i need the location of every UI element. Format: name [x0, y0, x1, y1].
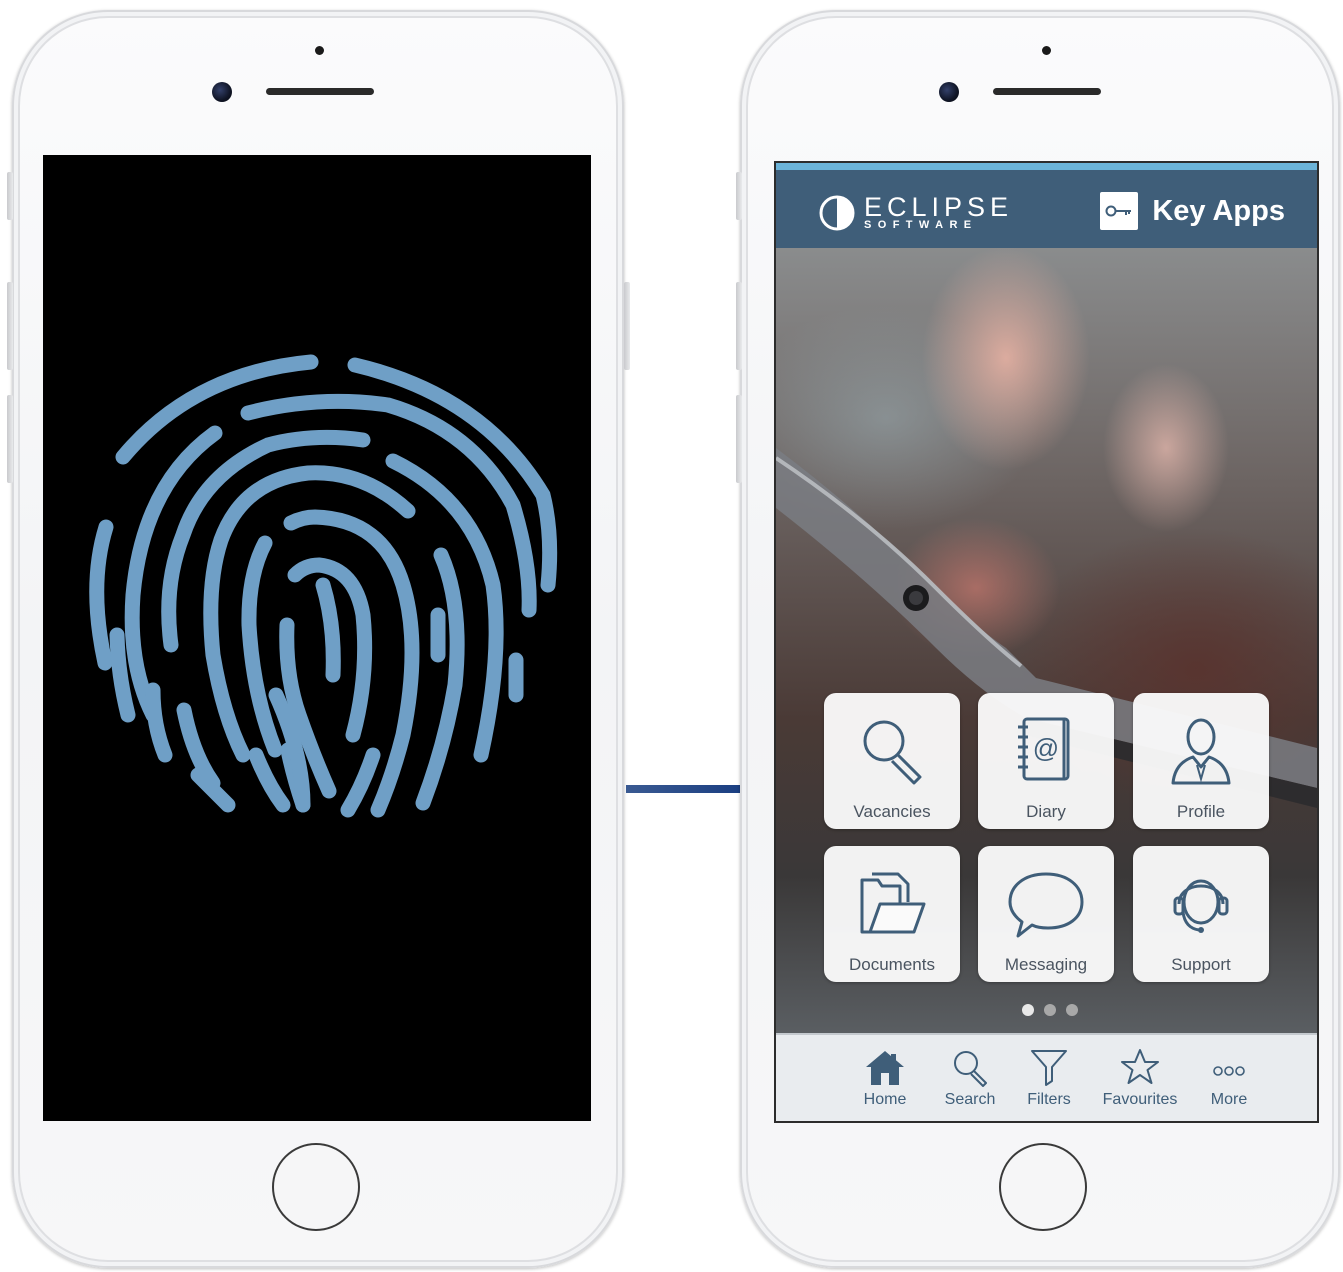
volume-down-button — [736, 395, 742, 483]
profile-tile[interactable]: Profile — [1133, 693, 1269, 829]
volume-up-button — [7, 282, 13, 370]
messaging-tile[interactable]: Messaging — [978, 846, 1114, 982]
search-icon — [954, 1051, 987, 1087]
stage: ECLIPSE SOFTWARE Key Apps Vacancies @ Di… — [0, 0, 1343, 1272]
tile-label: Documents — [849, 955, 935, 974]
page-dot-active[interactable] — [1022, 1004, 1034, 1016]
mute-switch — [7, 172, 13, 220]
support-tile[interactable]: Support — [1133, 846, 1269, 982]
eclipse-logo: ECLIPSE SOFTWARE — [818, 194, 1013, 232]
volume-down-button — [7, 395, 13, 483]
front-camera — [212, 82, 232, 102]
logo-main-text: ECLIPSE — [864, 192, 1014, 222]
tab-home[interactable]: Home — [840, 1045, 930, 1115]
tab-label: Filters — [1027, 1091, 1071, 1108]
front-sensor — [315, 46, 324, 55]
volume-up-button — [736, 282, 742, 370]
app-name: Key Apps — [1152, 194, 1285, 227]
tile-label: Support — [1171, 955, 1231, 974]
front-sensor — [1042, 46, 1051, 55]
fingerprint-screen — [43, 155, 591, 1121]
earpiece-speaker — [266, 88, 374, 95]
tab-filters[interactable]: Filters — [1004, 1045, 1094, 1115]
tab-label: More — [1210, 1091, 1248, 1108]
address-book-icon: @ — [1018, 717, 1070, 781]
key-apps-brand: Key Apps — [1100, 192, 1285, 230]
tab-label: Search — [944, 1091, 996, 1108]
page-indicator — [1017, 1004, 1083, 1016]
home-button-right[interactable] — [999, 1143, 1087, 1231]
page-dot[interactable] — [1044, 1004, 1056, 1016]
app-header: ECLIPSE SOFTWARE Key Apps — [776, 163, 1317, 248]
bottom-tab-bar: Home Search Filters Favourites More — [776, 1033, 1317, 1121]
folder-icon — [860, 872, 926, 934]
home-icon — [866, 1051, 904, 1085]
mute-switch — [736, 172, 742, 220]
home-button-left[interactable] — [272, 1143, 360, 1231]
tab-label: Home — [863, 1091, 907, 1108]
fingerprint-icon[interactable] — [43, 155, 591, 1121]
svg-text:@: @ — [1033, 733, 1059, 763]
magnifier-icon — [863, 720, 922, 785]
tab-favourites[interactable]: Favourites — [1095, 1045, 1185, 1115]
page-dot[interactable] — [1066, 1004, 1078, 1016]
front-camera — [939, 82, 959, 102]
tab-more[interactable]: More — [1184, 1045, 1274, 1115]
earpiece-speaker — [993, 88, 1101, 95]
power-button — [624, 282, 630, 370]
speech-bubble-icon — [1008, 872, 1084, 938]
user-icon — [1171, 718, 1231, 785]
headset-icon — [1173, 879, 1229, 933]
diary-tile[interactable]: @ Diary — [978, 693, 1114, 829]
star-icon — [1121, 1049, 1159, 1084]
tile-label: Messaging — [1004, 955, 1088, 974]
app-screen: ECLIPSE SOFTWARE Key Apps Vacancies @ Di… — [776, 163, 1317, 1121]
tile-label: Diary — [1026, 802, 1066, 821]
eclipse-logo-icon — [819, 195, 855, 231]
documents-tile[interactable]: Documents — [824, 846, 960, 982]
connector-line — [626, 785, 740, 793]
tile-label: Profile — [1176, 802, 1226, 821]
vacancies-tile[interactable]: Vacancies — [824, 693, 960, 829]
tab-label: Favourites — [1102, 1091, 1178, 1108]
key-icon — [1100, 192, 1139, 230]
tab-search[interactable]: Search — [925, 1045, 1015, 1115]
tile-label: Vacancies — [853, 802, 931, 821]
more-icon — [1213, 1066, 1245, 1076]
filter-icon — [1031, 1050, 1067, 1086]
